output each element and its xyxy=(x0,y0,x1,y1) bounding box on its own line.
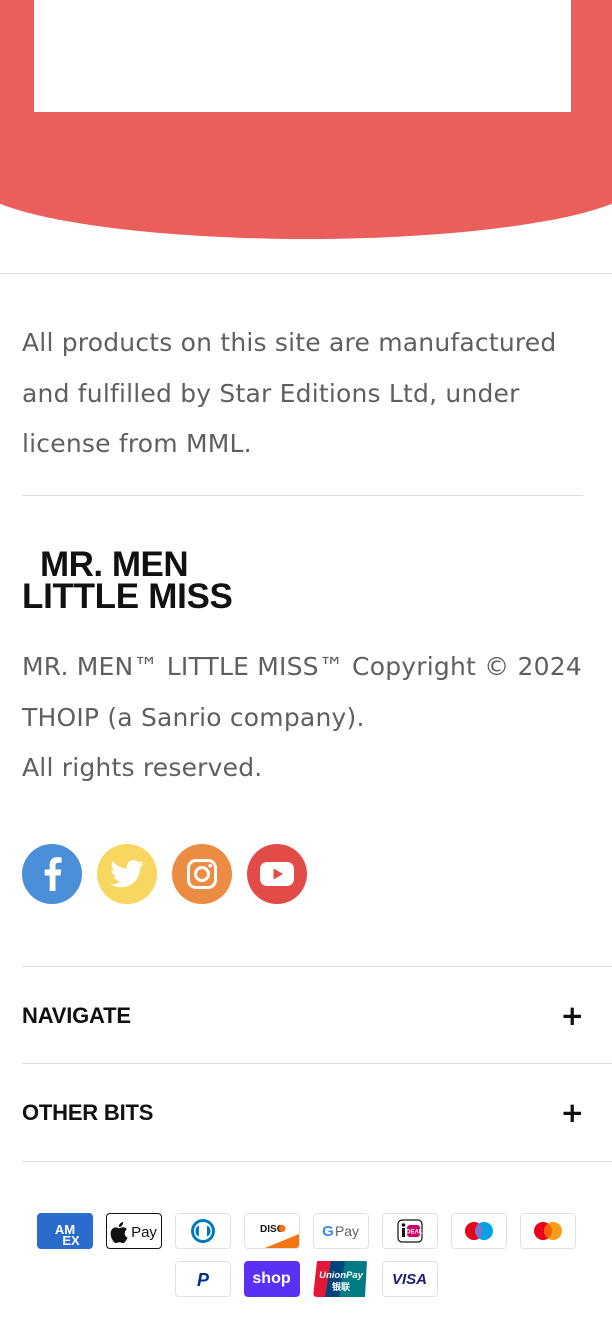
divider xyxy=(22,1161,612,1162)
unionpay-text: UnionPay xyxy=(319,1270,364,1281)
paypal-text: P xyxy=(196,1270,209,1290)
visa-text: VISA xyxy=(391,1270,427,1288)
facebook-link[interactable] xyxy=(22,844,82,904)
copyright-line: THOIP (a Sanrio company). xyxy=(22,702,365,732)
apple-pay-icon: Pay xyxy=(105,1213,162,1249)
youtube-link[interactable] xyxy=(247,844,307,904)
plus-icon[interactable]: + xyxy=(561,1001,584,1030)
svg-text:银联: 银联 xyxy=(331,1281,350,1293)
logo-line-2: LITTLE MISS xyxy=(22,577,233,616)
brand-logo[interactable]: MR. MEN LITTLE MISS xyxy=(22,547,252,618)
youtube-icon xyxy=(260,862,294,886)
ideal-icon: iDEAL xyxy=(381,1213,438,1249)
mastercard-icon xyxy=(519,1213,576,1249)
social-links xyxy=(22,844,307,904)
divider xyxy=(22,495,583,496)
svg-text:G: G xyxy=(322,1223,334,1240)
accordion-navigate[interactable]: NAVIGATE + xyxy=(22,966,612,1064)
twitter-icon xyxy=(110,860,144,888)
visa-icon: VISA xyxy=(381,1261,438,1297)
ideal-text: iDEAL xyxy=(404,1230,422,1236)
maestro-icon xyxy=(450,1213,507,1249)
hero-banner xyxy=(0,0,612,240)
plus-icon[interactable]: + xyxy=(561,1098,584,1127)
twitter-link[interactable] xyxy=(97,844,157,904)
amex-icon: AM EX xyxy=(36,1213,93,1249)
payment-methods: AM EX Pay DISC G Pay iDEAL xyxy=(0,1213,612,1249)
accordion-label: NAVIGATE xyxy=(22,1002,131,1028)
discover-icon: DISC xyxy=(243,1213,300,1249)
paypal-icon: P xyxy=(174,1261,231,1297)
accordion-other-bits[interactable]: OTHER BITS + xyxy=(22,1063,612,1161)
copyright-text: MR. MEN™ LITTLE MISS™ Copyright © 2024 T… xyxy=(22,642,597,794)
svg-text:EX: EX xyxy=(62,1233,80,1248)
divider xyxy=(0,273,612,274)
copyright-line: All rights reserved. xyxy=(22,753,263,782)
instagram-link[interactable] xyxy=(172,844,232,904)
shop-pay-icon: shop xyxy=(243,1261,300,1297)
unionpay-icon: UnionPay 银联 xyxy=(312,1261,369,1297)
instagram-icon xyxy=(187,859,217,889)
shop-pay-text: shop xyxy=(252,1270,291,1287)
google-pay-text: Pay xyxy=(334,1223,358,1239)
license-text: All products on this site are manufactur… xyxy=(22,328,557,458)
hero-card xyxy=(34,0,571,112)
accordion-label: OTHER BITS xyxy=(22,1099,154,1125)
payment-methods: P shop UnionPay 银联 VISA xyxy=(0,1261,612,1297)
google-pay-icon: G Pay xyxy=(312,1213,369,1249)
facebook-icon xyxy=(44,857,62,891)
diners-club-icon xyxy=(174,1213,231,1249)
apple-pay-text: Pay xyxy=(131,1224,157,1241)
copyright-line: MR. MEN™ LITTLE MISS™ Copyright © 2024 xyxy=(22,652,582,681)
